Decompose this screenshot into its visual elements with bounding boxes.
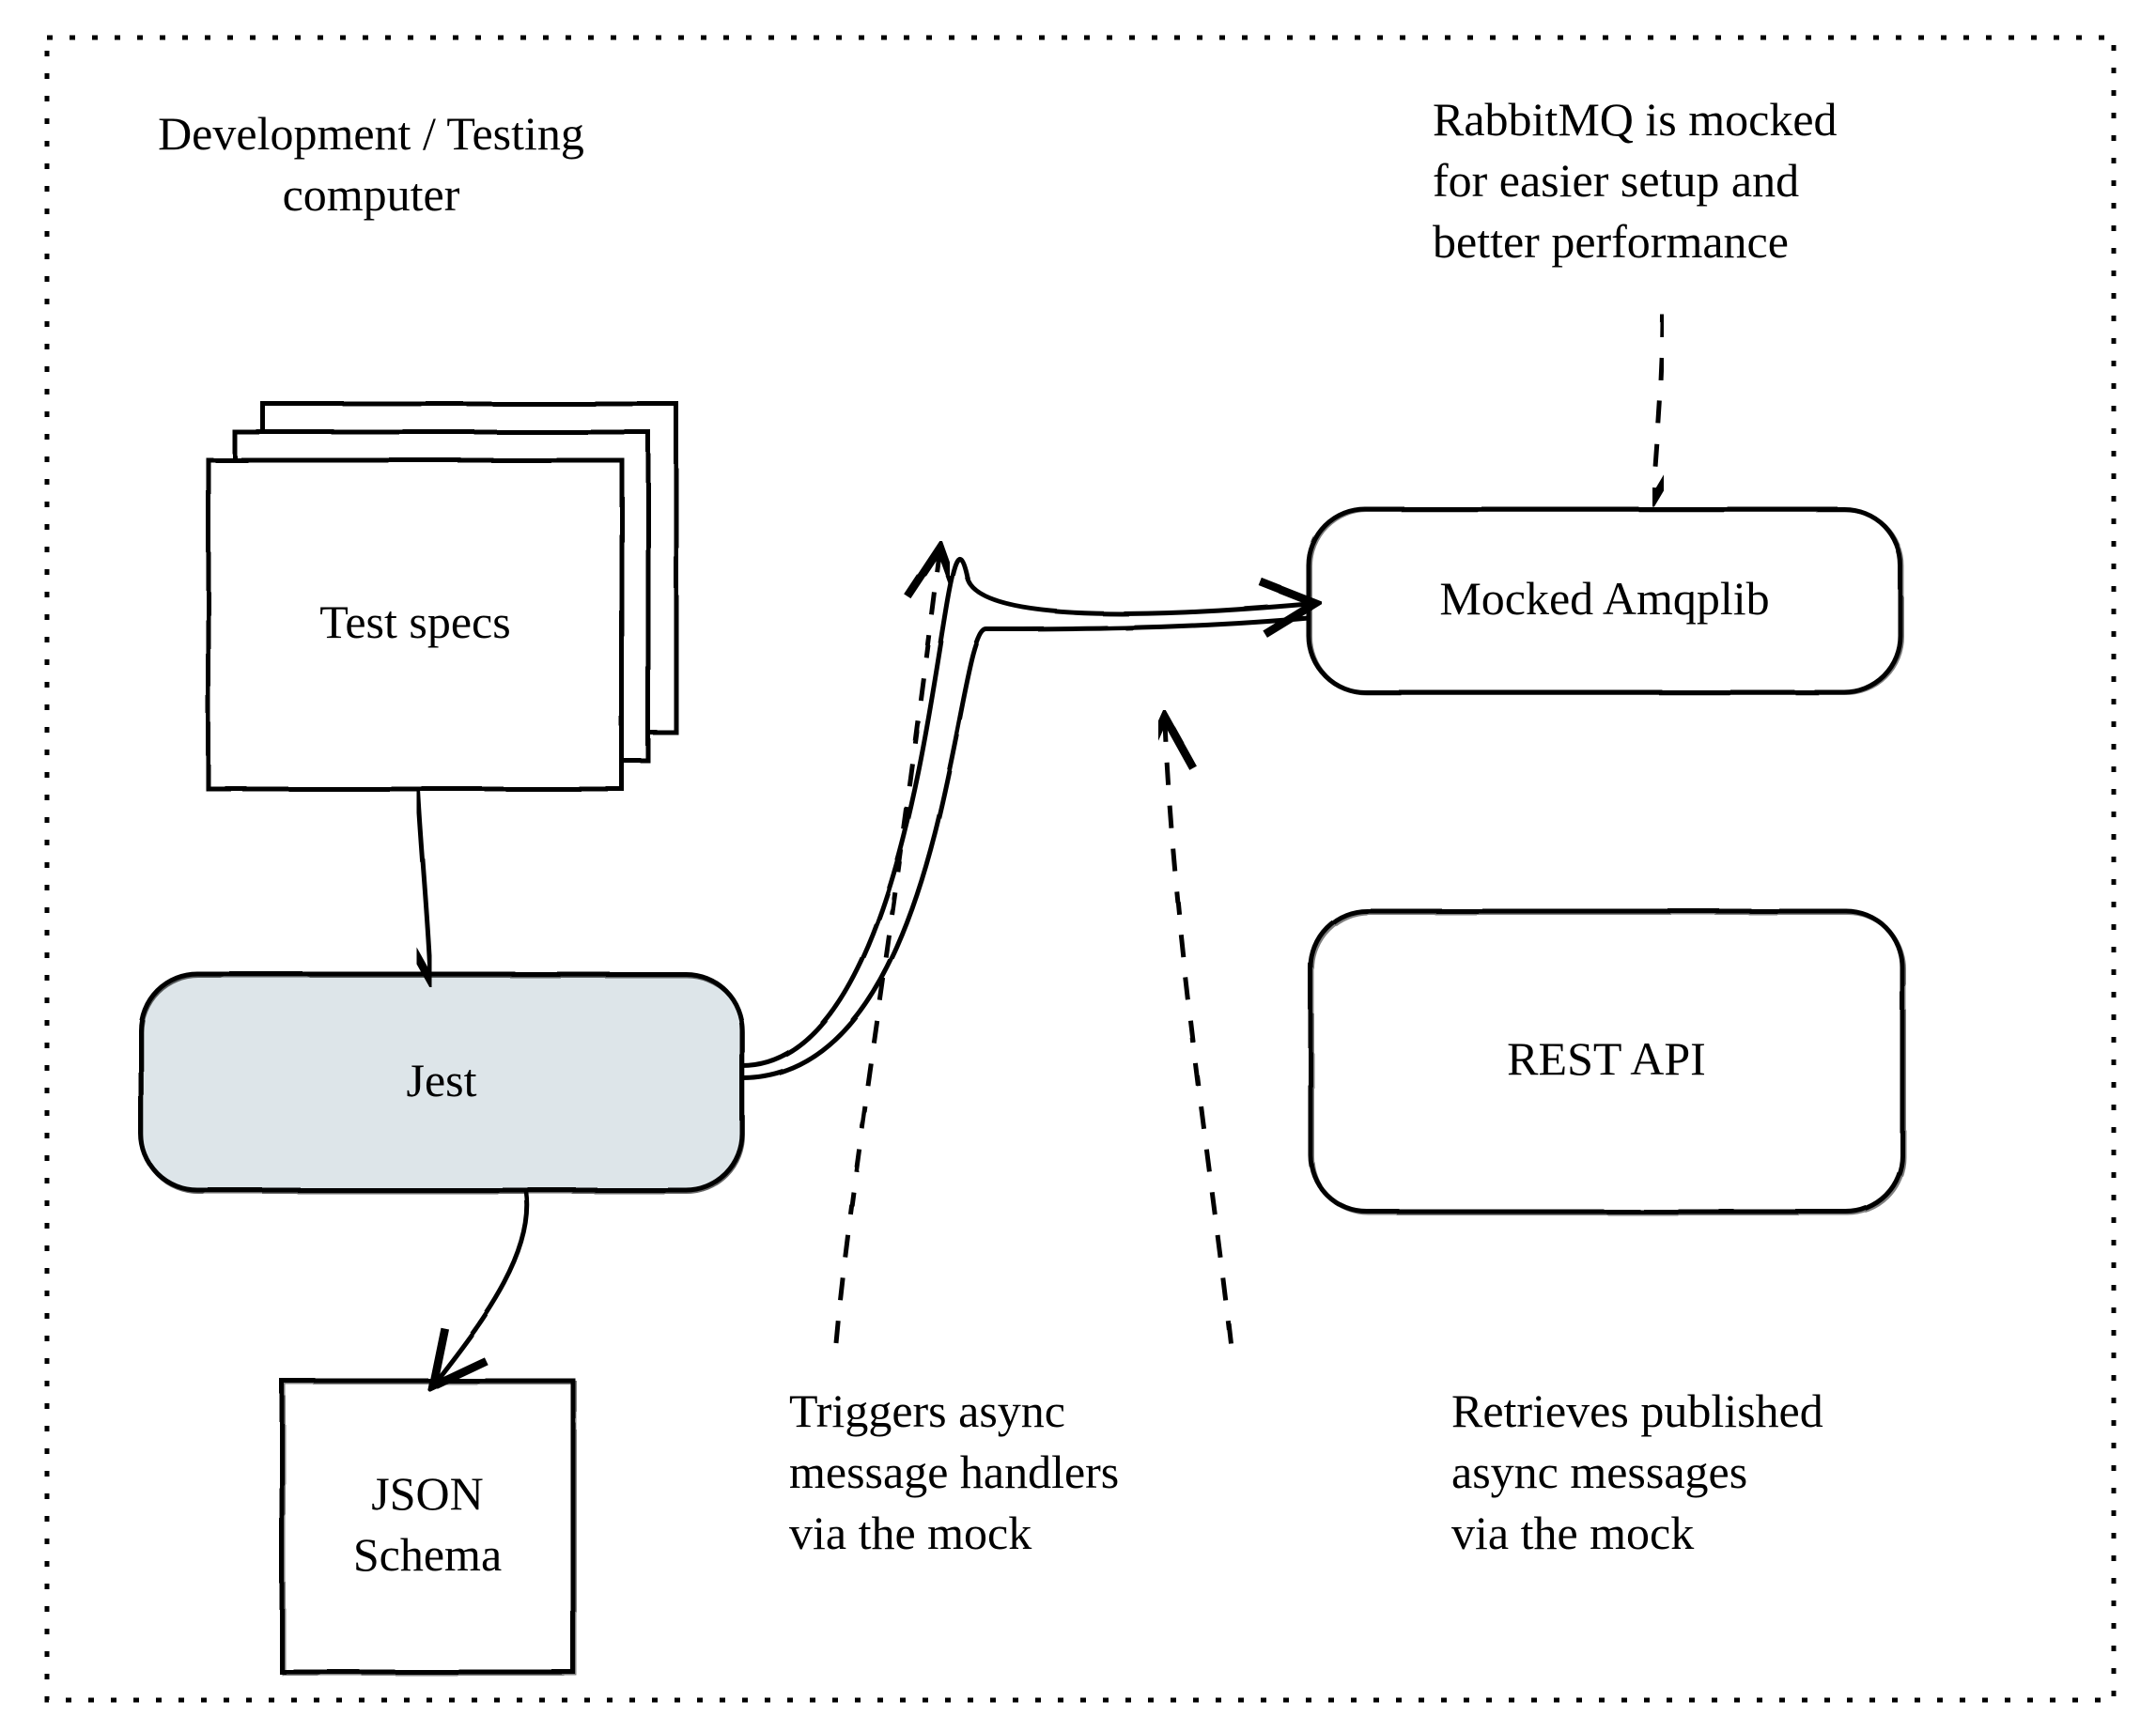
arrow-jest-to-jsonschema — [437, 1190, 527, 1381]
arrow-annotation-retrieves — [1165, 723, 1231, 1343]
json-schema-label: JSON Schema — [282, 1463, 573, 1585]
arrow-testspecs-to-jest — [418, 789, 430, 974]
arrow-annotation-rabbitmq — [1653, 315, 1663, 493]
annotation-rabbitmq: RabbitMQ is mocked for easier setup and … — [1433, 89, 1996, 272]
arrow-annotation-triggers — [836, 554, 939, 1343]
diagram-canvas: Development / Testing computer Test spec… — [0, 0, 2156, 1732]
jest-label: Jest — [141, 1050, 742, 1111]
mocked-amqplib-label: Mocked Amqplib — [1309, 568, 1900, 629]
arrow-jest-to-amqplib-2 — [742, 618, 1309, 1078]
annotation-triggers: Triggers async message handlers via the … — [789, 1381, 1259, 1564]
test-specs-label: Test specs — [209, 592, 622, 653]
arrow-jest-to-amqplib-1 — [742, 560, 1309, 1066]
container-title: Development / Testing computer — [113, 103, 629, 225]
annotation-retrieves: Retrieves published async messages via t… — [1451, 1381, 1949, 1564]
rest-api-label: REST API — [1311, 1028, 1902, 1090]
